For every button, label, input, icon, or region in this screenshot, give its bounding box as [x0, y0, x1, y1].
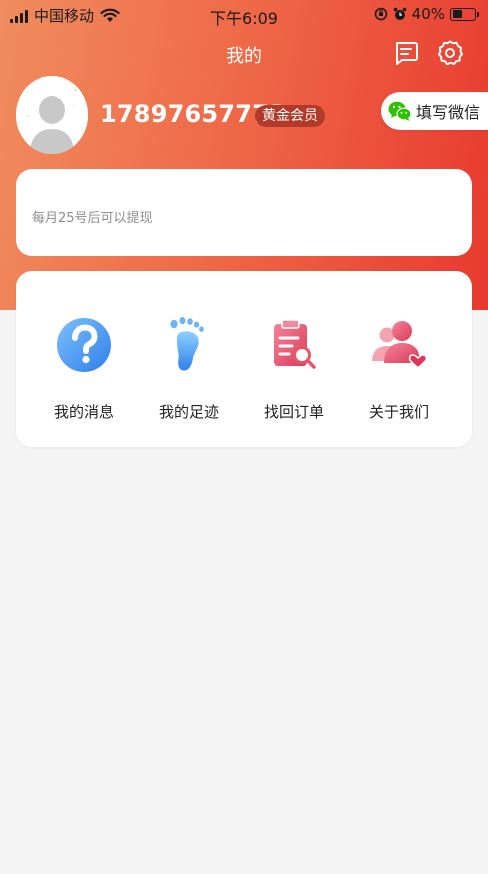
carrier-name: 中国移动	[34, 7, 95, 25]
wechat-icon	[388, 101, 412, 121]
member-level-badge: 黄金会员	[255, 105, 325, 127]
settings-button[interactable]	[436, 39, 464, 67]
menu-item-label: 找回订单	[263, 403, 324, 421]
default-avatar-icon	[16, 76, 88, 154]
menu-item-find-order[interactable]: 找回订单	[244, 313, 344, 422]
fill-wechat-label: 填写微信	[416, 103, 481, 122]
message-icon	[396, 42, 418, 65]
cellular-signal-icon	[10, 9, 28, 23]
footprint-icon	[170, 317, 204, 371]
question-icon	[57, 318, 111, 372]
message-button[interactable]	[392, 39, 420, 67]
menu-item-label: 我的消息	[53, 403, 114, 421]
menu-item-label: 关于我们	[368, 403, 429, 421]
orientation-lock-icon	[374, 7, 387, 21]
withdraw-card: 每月25号后可以提现	[16, 169, 472, 256]
order-search-icon	[274, 319, 316, 369]
settings-icon	[438, 40, 463, 66]
menu-card: 我的消息 我的足迹 找回订单 关于我们	[16, 271, 472, 447]
battery-icon	[450, 7, 479, 21]
menu-item-my-messages[interactable]: 我的消息	[34, 313, 134, 422]
menu-item-about-us[interactable]: 关于我们	[349, 313, 449, 422]
fill-wechat-button[interactable]: 填写微信	[381, 92, 488, 130]
alarm-icon	[393, 7, 406, 20]
wifi-icon	[100, 8, 120, 22]
status-bar: 中国移动 下午6:09 40%	[0, 0, 488, 30]
battery-percent: 40%	[411, 5, 445, 23]
menu-item-label: 我的足迹	[158, 403, 219, 421]
about-us-icon	[372, 321, 428, 369]
menu-item-my-footprints[interactable]: 我的足迹	[139, 313, 239, 422]
profile-page: 中国移动 下午6:09 40% 我的 17897657773 黄金会员 填写微信…	[0, 0, 488, 874]
avatar[interactable]	[16, 76, 88, 154]
withdraw-notice: 每月25号后可以提现	[32, 211, 153, 226]
